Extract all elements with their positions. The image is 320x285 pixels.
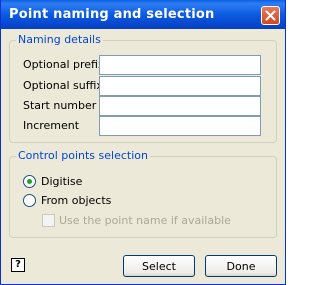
digitise-label[interactable]: Digitise	[41, 175, 82, 188]
close-icon	[265, 10, 276, 21]
help-icon[interactable]: ?	[11, 258, 25, 272]
close-button[interactable]	[261, 6, 280, 25]
use-point-name-label[interactable]: Use the point name if available	[59, 214, 231, 227]
from-objects-label[interactable]: From objects	[41, 194, 111, 207]
suffix-label: Optional suffix	[23, 79, 103, 92]
window-title: Point naming and selection	[9, 7, 215, 22]
done-button[interactable]: Done	[205, 255, 277, 277]
start-number-label: Start number	[23, 99, 97, 112]
control-points-legend: Control points selection	[16, 149, 150, 162]
prefix-label: Optional prefix	[23, 58, 105, 71]
from-objects-radio[interactable]	[23, 194, 36, 207]
suffix-input[interactable]	[99, 76, 261, 96]
naming-details-legend: Naming details	[16, 33, 103, 46]
title-bar[interactable]: Point naming and selection	[1, 0, 285, 29]
use-point-name-checkbox[interactable]	[42, 214, 55, 227]
select-button[interactable]: Select	[123, 255, 195, 277]
radio-selected-dot	[27, 179, 32, 184]
increment-input[interactable]	[99, 116, 261, 136]
digitise-radio[interactable]	[23, 175, 36, 188]
start-number-input[interactable]	[99, 96, 261, 116]
increment-label: Increment	[23, 119, 80, 132]
prefix-input[interactable]	[99, 55, 261, 75]
dialog-window: Point naming and selection Naming detail…	[0, 0, 286, 285]
